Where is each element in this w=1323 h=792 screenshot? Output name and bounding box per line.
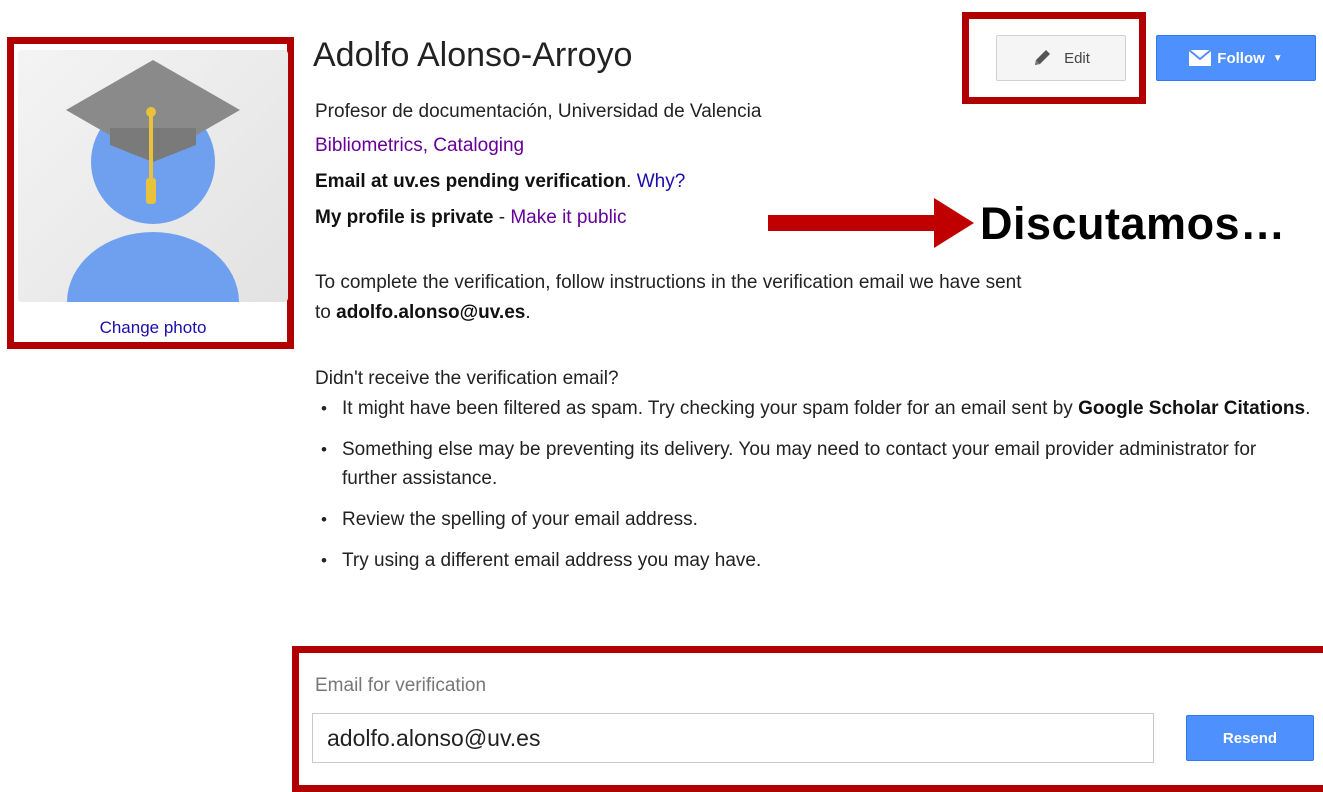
annotation-arrow-icon [934, 198, 974, 248]
annotation-text: Discutamos… [980, 198, 1286, 249]
tip-text: Something else may be preventing its del… [342, 439, 1257, 489]
follow-button[interactable]: Follow ▼ [1156, 35, 1316, 81]
pencil-icon [1035, 50, 1051, 65]
tip-text: Try using a different email address you … [342, 550, 762, 571]
interest-link[interactable]: Cataloging [433, 135, 524, 156]
mail-icon [1189, 50, 1212, 66]
email-field[interactable] [312, 713, 1154, 763]
make-public-link[interactable]: Make it public [510, 207, 626, 228]
tip-text: Review the spelling of your email addres… [342, 509, 698, 530]
default-scholar-avatar-icon [66, 60, 240, 302]
chevron-down-icon: ▼ [1272, 52, 1283, 64]
email-status: Email at uv.es pending verification. Why… [315, 171, 685, 193]
privacy-separator: - [493, 207, 511, 228]
email-status-suffix: . [626, 171, 632, 192]
follow-label: Follow [1217, 49, 1265, 67]
privacy-status-text: My profile is private [315, 207, 494, 228]
profile-name: Adolfo Alonso-Arroyo [313, 36, 633, 74]
instructions-text: To complete the verification, follow ins… [315, 272, 1022, 293]
instructions-suffix: . [525, 302, 531, 323]
instructions-to: to [315, 302, 337, 323]
tip-text: It might have been filtered as spam. Try… [342, 398, 1079, 419]
change-photo-link[interactable]: Change photo [18, 318, 288, 338]
email-status-text: Email at uv.es pending verification [315, 171, 627, 192]
list-item: Something else may be preventing its del… [315, 435, 1315, 493]
edit-button[interactable]: Edit [996, 35, 1126, 81]
tip-bold: Google Scholar Citations [1078, 398, 1306, 419]
annotation-arrow-shaft [768, 215, 938, 231]
interests: Bibliometrics, Cataloging [315, 135, 524, 157]
list-item: Review the spelling of your email addres… [315, 505, 1315, 534]
list-item: Try using a different email address you … [315, 546, 1315, 575]
email-field-label: Email for verification [315, 675, 487, 696]
verification-instructions: To complete the verification, follow ins… [315, 268, 1315, 328]
affiliation: Profesor de documentación, Universidad d… [315, 101, 762, 122]
interest-separator: , [422, 135, 434, 156]
tips-list: It might have been filtered as spam. Try… [315, 394, 1315, 587]
tip-suffix: . [1305, 398, 1311, 419]
privacy-status: My profile is private - Make it public [315, 207, 627, 229]
resend-button[interactable]: Resend [1186, 715, 1314, 761]
not-received-text: Didn't receive the verification email? [315, 368, 619, 389]
verification-email: adolfo.alonso@uv.es [336, 302, 526, 323]
profile-photo[interactable] [18, 50, 288, 302]
list-item: It might have been filtered as spam. Try… [315, 394, 1315, 423]
edit-label: Edit [1064, 49, 1090, 67]
interest-link[interactable]: Bibliometrics [315, 135, 423, 156]
why-link[interactable]: Why? [637, 171, 686, 192]
